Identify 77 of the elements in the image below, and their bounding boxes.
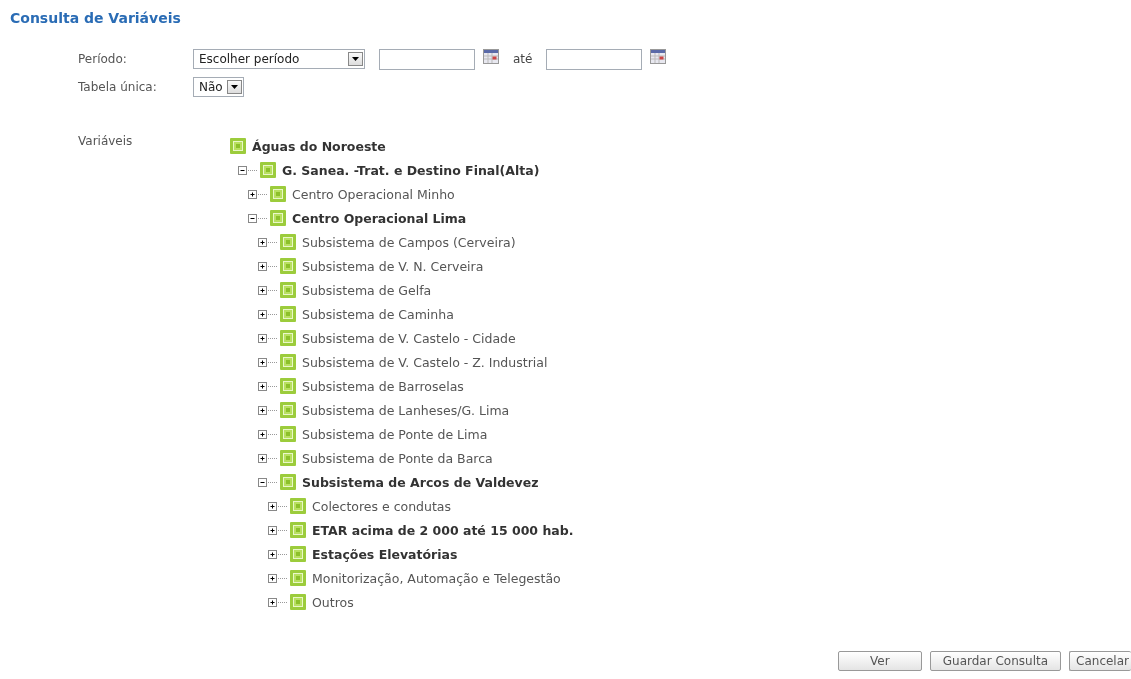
collapse-icon[interactable] (238, 164, 258, 176)
tree-item[interactable]: Subsistema de V. N. Cerveira (302, 258, 484, 274)
period-select[interactable]: Escolher período (193, 49, 365, 69)
tree-item[interactable]: Subsistema de V. Castelo - Cidade (302, 330, 516, 346)
tree-item[interactable]: Subsistema de V. Castelo - Z. Industrial (302, 354, 548, 370)
expand-icon[interactable] (258, 356, 278, 368)
single-table-select[interactable]: Não (193, 77, 244, 97)
collapse-icon[interactable] (258, 476, 278, 488)
tree-item[interactable]: Colectores e condutas (312, 498, 452, 514)
expand-icon[interactable] (258, 236, 278, 248)
action-button[interactable]: Ver (837, 651, 922, 671)
caret-icon (352, 57, 359, 61)
node-icon (230, 138, 246, 154)
tree-item[interactable]: ETAR acima de 2 000 até 15 000 hab. (312, 522, 574, 538)
expand-icon[interactable] (268, 596, 288, 608)
expand-icon[interactable] (258, 428, 278, 440)
tree-item[interactable]: Monitorização, Automação e Telegestão (312, 570, 561, 586)
tree-item[interactable]: Subsistema de Ponte de Lima (302, 426, 488, 442)
node-icon (270, 210, 286, 226)
tree-item[interactable]: Subsistema de Lanheses/G. Lima (302, 402, 510, 418)
calendar-icon[interactable] (650, 48, 667, 64)
node-icon (290, 570, 306, 586)
node-icon (270, 186, 286, 202)
dropdown-button[interactable] (226, 80, 242, 94)
node-icon (280, 354, 296, 370)
node-icon (280, 258, 296, 274)
node-icon (280, 450, 296, 466)
dropdown-button[interactable] (348, 52, 363, 66)
tree-item[interactable]: Subsistema de Barroselas (302, 378, 464, 394)
node-icon (290, 546, 306, 562)
expand-icon[interactable] (258, 452, 278, 464)
expand-icon[interactable] (248, 188, 268, 200)
page-title: Consulta de Variáveis (9, 9, 182, 28)
collapse-icon[interactable] (248, 212, 268, 224)
calendar-icon[interactable] (483, 48, 499, 64)
tree-item[interactable]: Subsistema de Ponte da Barca (302, 450, 493, 466)
tree-item[interactable]: Águas do Noroeste (252, 138, 386, 154)
expand-icon[interactable] (258, 284, 278, 296)
action-button[interactable]: Cancelar (1069, 651, 1131, 671)
node-icon (290, 522, 306, 538)
caret-icon (230, 85, 238, 89)
node-icon (280, 474, 296, 490)
tree-item[interactable]: Outros (312, 594, 354, 610)
node-icon (280, 282, 296, 298)
node-icon (280, 426, 296, 442)
node-icon (260, 162, 276, 178)
expand-icon[interactable] (268, 524, 288, 536)
range-label: até (513, 52, 533, 66)
tree-item[interactable]: Centro Operacional Minho (292, 186, 455, 202)
action-button[interactable]: Guardar Consulta (929, 651, 1062, 671)
tree-item[interactable]: Subsistema de Arcos de Valdevez (302, 474, 539, 490)
expand-icon[interactable] (268, 572, 288, 584)
node-icon (290, 498, 306, 514)
tree-item[interactable]: Centro Operacional Lima (292, 210, 467, 226)
node-icon (280, 378, 296, 394)
expand-icon[interactable] (258, 260, 278, 272)
node-icon (280, 402, 296, 418)
tree-item[interactable]: Subsistema de Caminha (302, 306, 454, 322)
expand-icon[interactable] (268, 500, 288, 512)
tree-item[interactable]: G. Sanea. -Trat. e Destino Final(Alta) (282, 162, 540, 178)
field-label: Tabela única: (78, 80, 158, 94)
field-label: Variáveis (78, 134, 134, 150)
expand-icon[interactable] (258, 380, 278, 392)
node-icon (280, 234, 296, 250)
node-icon (290, 594, 306, 610)
expand-icon[interactable] (258, 404, 278, 416)
tree-item[interactable]: Estações Elevatórias (312, 546, 458, 562)
expand-icon[interactable] (258, 332, 278, 344)
node-icon (280, 330, 296, 346)
node-icon (280, 306, 296, 322)
field-label: Período: (78, 52, 128, 66)
tree-item[interactable]: Subsistema de Gelfa (302, 282, 432, 298)
expand-icon[interactable] (258, 308, 278, 320)
date-field[interactable] (379, 48, 475, 70)
date-field[interactable] (546, 48, 643, 70)
tree-item[interactable]: Subsistema de Campos (Cerveira) (302, 234, 516, 250)
expand-icon[interactable] (268, 548, 288, 560)
